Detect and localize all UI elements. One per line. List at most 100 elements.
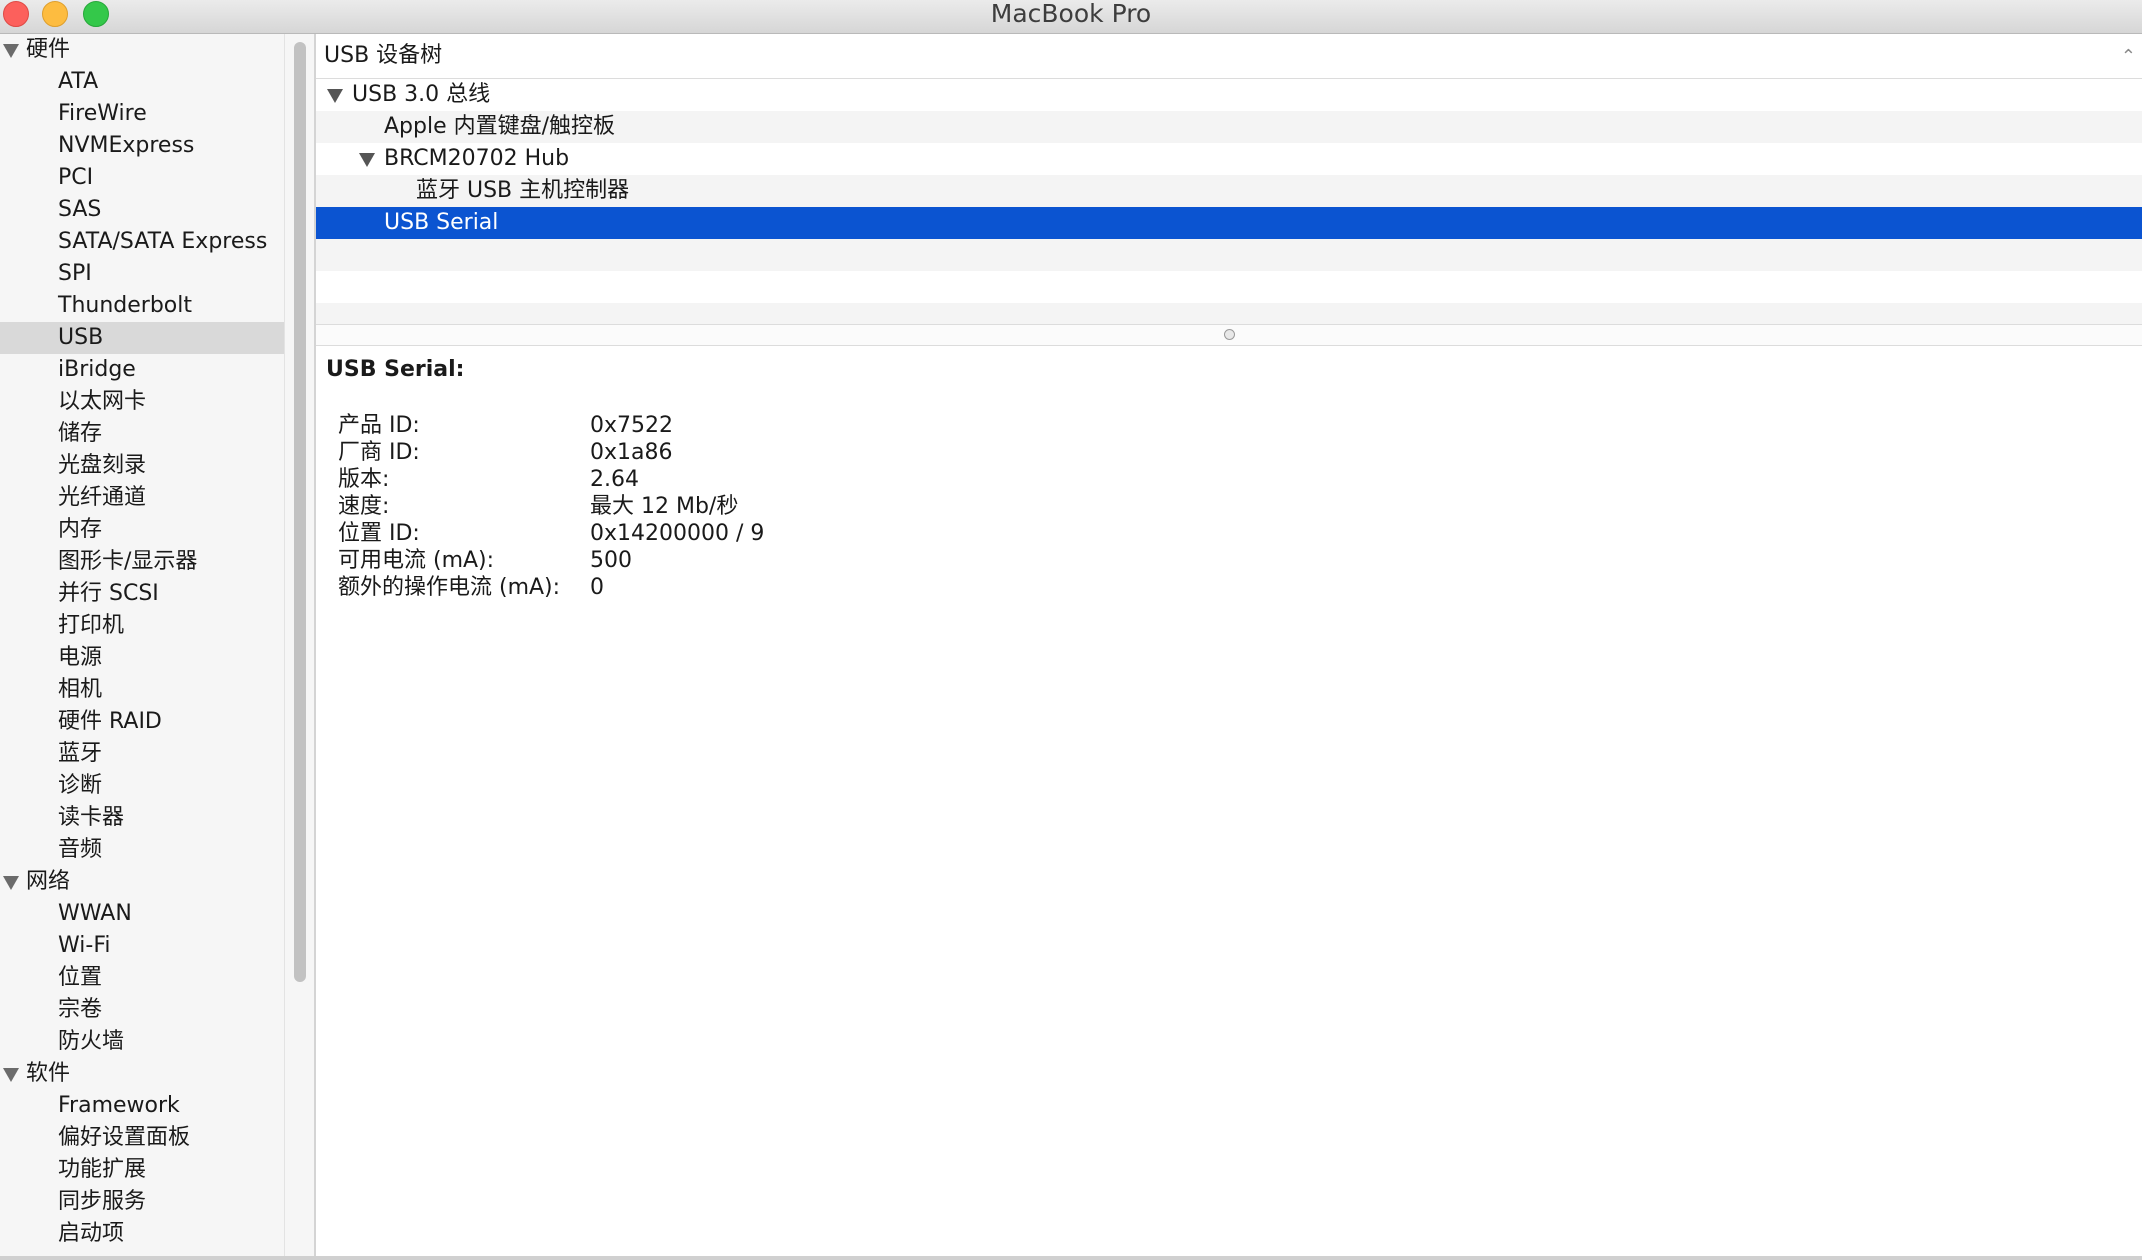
main-pane: USB 设备树 ⌃ USB 3.0 总线 Apple 内置键盘/触控板 BRCM20… (316, 34, 2142, 1256)
window-title: MacBook Pro (990, 0, 1152, 28)
sidebar-item[interactable]: SATA/SATA Express (0, 226, 284, 258)
sidebar-item[interactable]: NVMExpress (0, 130, 284, 162)
sidebar-item-label: 蓝牙 (58, 741, 103, 766)
sidebar-item[interactable]: 宗卷 (0, 994, 284, 1026)
sidebar-scrollbar-thumb[interactable] (294, 42, 306, 982)
sidebar-item-label: 位置 (58, 965, 103, 990)
sidebar-item[interactable]: 图形卡/显示器 (0, 546, 284, 578)
device-tree-row[interactable]: USB 3.0 总线 (316, 79, 2142, 111)
sidebar-item-label: 宗卷 (58, 997, 103, 1022)
sidebar-item[interactable]: 储存 (0, 418, 284, 450)
device-tree-row[interactable]: Apple 内置键盘/触控板 (316, 111, 2142, 143)
sidebar-item[interactable]: iBridge (0, 354, 284, 386)
sidebar-item-label: 内存 (58, 517, 103, 542)
device-tree-row-label: Apple 内置键盘/触控板 (384, 114, 616, 139)
detail-field-value: 500 (590, 548, 632, 573)
disclosure-triangle-icon[interactable] (3, 1068, 19, 1082)
sidebar-item-label: 并行 SCSI (58, 581, 159, 606)
sidebar-item[interactable]: 蓝牙 (0, 738, 284, 770)
detail-field-key: 位置 ID: (338, 521, 420, 546)
sidebar-item[interactable]: USB (0, 322, 284, 354)
device-tree-row[interactable]: USB Serial (316, 207, 2142, 239)
sidebar-group-header[interactable]: 软件 (0, 1058, 284, 1090)
detail-field-value: 0x7522 (590, 413, 674, 438)
sidebar-item-label: 诊断 (58, 773, 103, 798)
sidebar-item-label: NVMExpress (58, 133, 195, 158)
detail-field-value: 2.64 (590, 467, 639, 492)
sidebar-item[interactable]: 相机 (0, 674, 284, 706)
sidebar-item[interactable]: 音频 (0, 834, 284, 866)
sidebar-item[interactable]: 打印机 (0, 610, 284, 642)
sidebar-item-label: 图形卡/显示器 (58, 549, 198, 574)
sidebar-item-label: 音频 (58, 837, 103, 862)
detail-field-key: 版本: (338, 467, 390, 492)
sidebar-item-label: ATA (58, 69, 99, 94)
window-bottom-edge (0, 1256, 2142, 1260)
sidebar-item-label: 功能扩展 (58, 1157, 147, 1182)
sidebar-item[interactable]: WWAN (0, 898, 284, 930)
sidebar-group-header[interactable]: 网络 (0, 866, 284, 898)
detail-field-key: 速度: (338, 494, 390, 519)
detail-field-value: 0x1a86 (590, 440, 673, 465)
sidebar-item[interactable]: ATA (0, 66, 284, 98)
split-view-handle[interactable] (316, 324, 2142, 346)
sidebar-item-label: SATA/SATA Express (58, 229, 268, 254)
sidebar-item[interactable]: Thunderbolt (0, 290, 284, 322)
sidebar-item[interactable]: 同步服务 (0, 1186, 284, 1218)
sidebar-item[interactable]: FireWire (0, 98, 284, 130)
sidebar-item[interactable]: 硬件 RAID (0, 706, 284, 738)
sidebar-item-label: SAS (58, 197, 102, 222)
split-handle-dot-icon[interactable] (1224, 329, 1235, 340)
sidebar-item[interactable]: 电源 (0, 642, 284, 674)
sidebar-item[interactable]: 位置 (0, 962, 284, 994)
sidebar-item-label: PCI (58, 165, 94, 190)
device-tree-row-label: BRCM20702 Hub (384, 146, 570, 171)
device-tree-row-label: USB 3.0 总线 (352, 82, 491, 107)
sidebar-item[interactable]: 读卡器 (0, 802, 284, 834)
sidebar-item-label: 硬件 RAID (58, 709, 162, 734)
sidebar-scrollbar[interactable] (284, 34, 315, 1256)
sidebar-item-label: 同步服务 (58, 1189, 147, 1214)
disclosure-triangle-icon[interactable] (327, 89, 343, 103)
device-tree-header[interactable]: USB 设备树 ⌃ (316, 34, 2142, 79)
sidebar-item-label: 光盘刻录 (58, 453, 147, 478)
sidebar-item[interactable]: 内存 (0, 514, 284, 546)
sidebar-item[interactable]: 以太网卡 (0, 386, 284, 418)
sidebar-item-label: Framework (58, 1093, 180, 1118)
sidebar-item[interactable]: 光纤通道 (0, 482, 284, 514)
sidebar-item[interactable]: 启动项 (0, 1218, 284, 1250)
detail-field-key: 产品 ID: (338, 413, 420, 438)
detail-field-value: 0 (590, 575, 604, 600)
sidebar-item[interactable]: PCI (0, 162, 284, 194)
detail-field-value: 0x14200000 / 9 (590, 521, 765, 546)
sidebar-item-label: 以太网卡 (58, 389, 147, 414)
sidebar-item[interactable]: 光盘刻录 (0, 450, 284, 482)
sidebar-item[interactable]: SAS (0, 194, 284, 226)
sidebar-group-header[interactable]: 硬件 (0, 34, 284, 66)
sidebar-item[interactable]: 并行 SCSI (0, 578, 284, 610)
sidebar-item[interactable]: SPI (0, 258, 284, 290)
detail-field-key: 额外的操作电流 (mA): (338, 575, 561, 600)
sidebar-item-label: iBridge (58, 357, 136, 382)
sidebar-item-label: USB (58, 325, 104, 350)
sidebar-item[interactable]: Wi-Fi (0, 930, 284, 962)
sidebar-item[interactable]: 防火墙 (0, 1026, 284, 1058)
device-tree: USB 3.0 总线 Apple 内置键盘/触控板 BRCM20702 Hub 蓝牙 … (316, 79, 2142, 335)
sidebar-item-label: 打印机 (58, 613, 125, 638)
detail-field-key: 可用电流 (mA): (338, 548, 495, 573)
device-tree-row[interactable]: BRCM20702 Hub (316, 143, 2142, 175)
device-tree-row-label: 蓝牙 USB 主机控制器 (416, 178, 630, 203)
disclosure-triangle-icon[interactable] (359, 153, 375, 167)
sidebar-item-label: 启动项 (58, 1221, 125, 1246)
chevron-up-icon[interactable]: ⌃ (2121, 48, 2136, 66)
device-tree-row[interactable]: 蓝牙 USB 主机控制器 (316, 175, 2142, 207)
device-tree-empty-row (316, 239, 2142, 271)
sidebar-item[interactable]: Framework (0, 1090, 284, 1122)
disclosure-triangle-icon[interactable] (3, 876, 19, 890)
sidebar-item[interactable]: 功能扩展 (0, 1154, 284, 1186)
sidebar-item[interactable]: 诊断 (0, 770, 284, 802)
sidebar-item[interactable]: 偏好设置面板 (0, 1122, 284, 1154)
sidebar-item-label: SPI (58, 261, 92, 286)
sidebar-group-label: 硬件 (26, 37, 71, 62)
disclosure-triangle-icon[interactable] (3, 44, 19, 58)
